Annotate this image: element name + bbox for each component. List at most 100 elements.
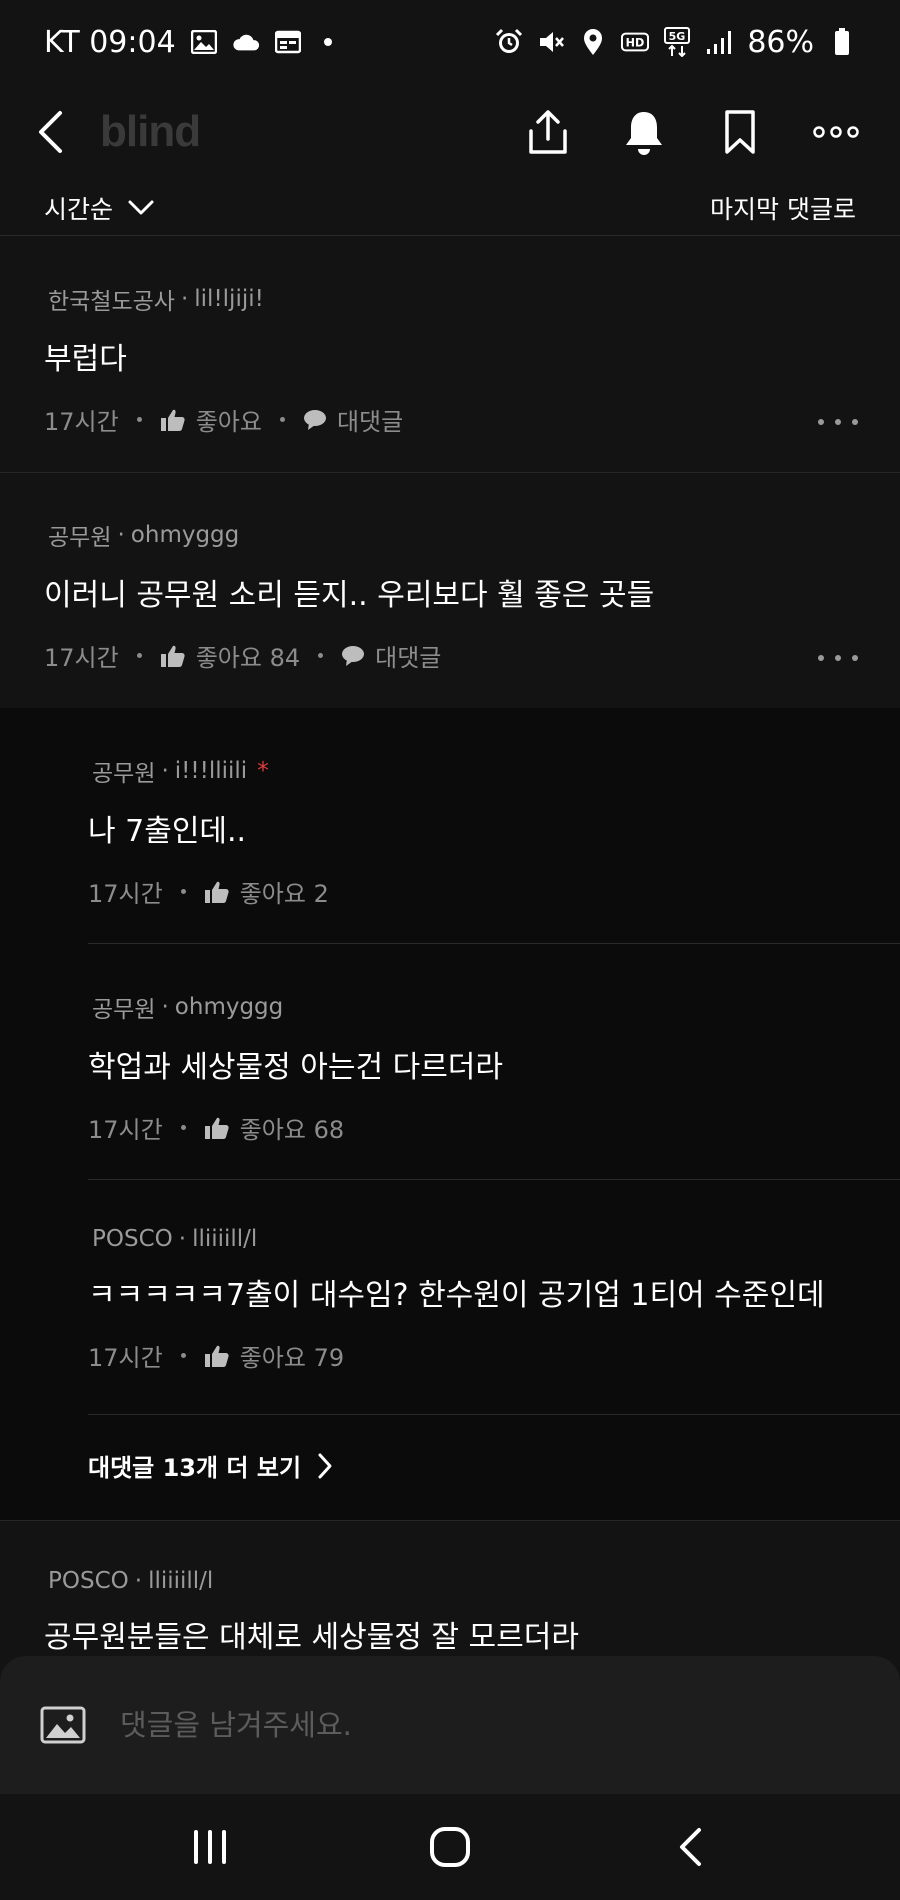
system-back-button[interactable] xyxy=(660,1817,720,1877)
like-count[interactable]: 좋아요 68 xyxy=(240,1110,344,1145)
more-options-button[interactable] xyxy=(808,104,864,160)
gallery-icon xyxy=(190,28,218,56)
thumbs-up-icon xyxy=(160,409,185,431)
signal-icon xyxy=(705,28,733,56)
home-icon xyxy=(430,1827,470,1867)
location-icon xyxy=(579,28,607,56)
back-button[interactable] xyxy=(36,104,92,160)
reply-meta: 17시간 좋아요 79 xyxy=(88,1338,900,1373)
hd-icon: HD xyxy=(621,28,650,56)
share-button[interactable] xyxy=(520,104,576,160)
like-count[interactable]: 좋아요 84 xyxy=(196,638,300,673)
home-button[interactable] xyxy=(420,1817,480,1877)
last-comment-link[interactable]: 마지막 댓글로 xyxy=(710,190,856,226)
comment-author[interactable]: 한국철도공사 · lil!ljiji! xyxy=(48,282,900,316)
like-count[interactable]: 좋아요 2 xyxy=(240,874,329,909)
thumbs-up-icon xyxy=(204,1117,229,1139)
comment-company: 공무원 xyxy=(48,525,112,551)
more-replies-label: 대댓글 13개 더 보기 xyxy=(88,1454,302,1482)
comment-item: 한국철도공사 · lil!ljiji! 부럽다 17시간 좋아요 대댓글 xyxy=(0,282,900,437)
reply-company: POSCO xyxy=(92,1226,173,1252)
chevron-right-icon xyxy=(318,1453,332,1478)
comment-item: POSCO · lliiiill/l 공무원분들은 대체로 세상물정 잘 모르더… xyxy=(0,1568,900,1656)
like-button[interactable] xyxy=(160,644,186,668)
app-header: blind xyxy=(0,84,900,180)
reply-button[interactable] xyxy=(341,645,365,667)
more-horizontal-icon xyxy=(813,126,859,138)
reply-time: 17시간 xyxy=(88,1116,163,1144)
comment-time: 17시간 xyxy=(44,408,119,436)
share-icon xyxy=(529,110,567,154)
like-button[interactable] xyxy=(160,408,186,432)
notification-dot xyxy=(323,38,332,46)
comment-item: 공무원 · ohmyggg 이러니 공무원 소리 듣지.. 우리보다 훨 좋은 … xyxy=(0,518,900,673)
recent-apps-icon xyxy=(194,1830,226,1864)
status-bar: KT 09:04 HD 5G 86% xyxy=(0,0,900,84)
speech-bubble-icon xyxy=(303,409,326,430)
divider xyxy=(0,472,900,473)
reply-meta: 17시간 좋아요 68 xyxy=(88,1110,900,1145)
sort-label: 시간순 xyxy=(44,194,114,224)
like-count[interactable]: 좋아요 79 xyxy=(240,1338,344,1373)
comment-company: 한국철도공사 xyxy=(48,289,175,315)
reply-item: POSCO · lliiiill/l ㅋㅋㅋㅋㅋ7출이 대수임? 한수원이 공기… xyxy=(0,1226,900,1373)
comment-body: 이러니 공무원 소리 듣지.. 우리보다 훨 좋은 곳들 xyxy=(44,578,655,613)
alarm-icon xyxy=(495,28,523,56)
author-badge: * xyxy=(257,758,269,784)
reply-button[interactable] xyxy=(303,409,327,431)
comment-time: 17시간 xyxy=(44,644,119,672)
comment-meta: 17시간 좋아요 84 대댓글 xyxy=(44,638,900,673)
mute-icon xyxy=(537,28,565,56)
reply-body: 나 7출인데.. xyxy=(88,814,247,849)
like-button[interactable] xyxy=(204,1344,230,1368)
sort-bar: 시간순 마지막 댓글로 xyxy=(0,180,900,236)
battery-icon xyxy=(828,28,856,56)
app-logo[interactable]: blind xyxy=(100,107,201,157)
reply-body: ㅋㅋㅋㅋㅋ7출이 대수임? 한수원이 공기업 1티어 수준인데 xyxy=(88,1278,825,1313)
more-replies-button[interactable]: 대댓글 13개 더 보기 xyxy=(88,1448,333,1483)
image-icon xyxy=(40,1706,86,1744)
reply-author[interactable]: 공무원 · ohmyggg xyxy=(92,990,900,1024)
like-count[interactable]: 좋아요 xyxy=(196,402,262,437)
notification-button[interactable] xyxy=(616,104,672,160)
divider xyxy=(88,1414,900,1415)
reply-author[interactable]: 공무원 · i!!!lliili * xyxy=(92,754,900,788)
comment-company: POSCO xyxy=(48,1568,129,1594)
svg-text:HD: HD xyxy=(626,37,645,50)
reply-label[interactable]: 대댓글 xyxy=(375,638,441,673)
reply-item: 공무원 · i!!!lliili * 나 7출인데.. 17시간 좋아요 2 xyxy=(0,754,900,909)
svg-text:5G: 5G xyxy=(669,30,686,43)
back-arrow-icon xyxy=(680,1828,701,1866)
recent-apps-button[interactable] xyxy=(180,1817,240,1877)
bookmark-icon xyxy=(725,110,755,154)
thumbs-up-icon xyxy=(204,881,229,903)
system-nav-bar xyxy=(0,1794,900,1900)
reply-company: 공무원 xyxy=(92,997,156,1023)
status-right: HD 5G 86% xyxy=(495,25,856,60)
reply-author[interactable]: POSCO · lliiiill/l xyxy=(92,1226,900,1252)
comment-more-button[interactable] xyxy=(818,416,858,428)
comment-nickname: lil!ljiji! xyxy=(194,286,264,312)
sort-dropdown[interactable]: 시간순 xyxy=(44,190,155,226)
status-left: KT 09:04 xyxy=(44,25,332,60)
chevron-down-icon xyxy=(128,200,154,214)
bell-icon xyxy=(626,112,662,155)
bookmark-button[interactable] xyxy=(712,104,768,160)
attach-image-button[interactable] xyxy=(40,1705,86,1745)
comment-more-button[interactable] xyxy=(818,652,858,664)
comment-body: 공무원분들은 대체로 세상물정 잘 모르더라 xyxy=(44,1620,579,1655)
comment-nickname: ohmyggg xyxy=(130,522,240,548)
header-actions xyxy=(520,104,864,160)
reply-item: 공무원 · ohmyggg 학업과 세상물정 아는건 다르더라 17시간 좋아요… xyxy=(0,990,900,1145)
comment-author[interactable]: 공무원 · ohmyggg xyxy=(48,518,900,552)
comment-author[interactable]: POSCO · lliiiill/l xyxy=(48,1568,900,1594)
reply-label[interactable]: 대댓글 xyxy=(337,402,403,437)
comment-input-bar xyxy=(0,1656,900,1794)
like-button[interactable] xyxy=(204,1116,230,1140)
like-button[interactable] xyxy=(204,880,230,904)
5g-icon: 5G xyxy=(663,27,691,57)
comment-input[interactable] xyxy=(120,1708,820,1742)
comment-body: 부럽다 xyxy=(44,342,127,377)
carrier-time: KT 09:04 xyxy=(44,24,176,60)
reply-meta: 17시간 좋아요 2 xyxy=(88,874,900,909)
